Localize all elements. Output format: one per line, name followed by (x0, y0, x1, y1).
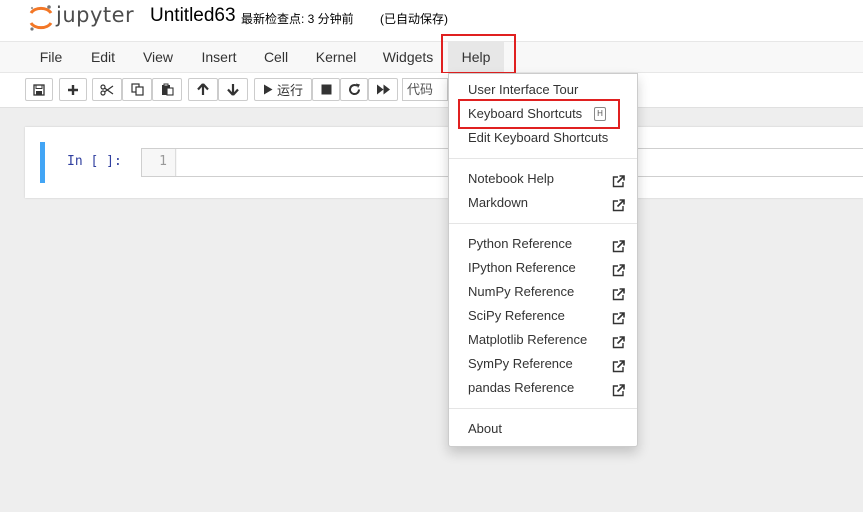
menu-edit[interactable]: Edit (80, 42, 126, 73)
menu-item-label: Markdown (468, 195, 528, 210)
menu-item-label: pandas Reference (468, 380, 575, 395)
menu-item-keyboard-shortcuts[interactable]: Keyboard Shortcuts H (449, 102, 637, 126)
run-label: 运行 (276, 83, 303, 98)
menubar: File Edit View Insert Cell Kernel Widget… (0, 41, 863, 73)
move-up-button[interactable] (188, 78, 218, 101)
menu-divider (449, 158, 637, 159)
menu-item-label: Python Reference (468, 236, 573, 251)
logo-text[interactable]: jupyter (56, 3, 134, 27)
keyboard-shortcut-badge: H (594, 107, 606, 121)
restart-button[interactable] (340, 78, 368, 101)
paste-button[interactable] (152, 78, 182, 101)
menu-item-about[interactable]: About (449, 417, 637, 441)
restart-run-all-button[interactable] (368, 78, 398, 101)
menu-item-label: NumPy Reference (468, 284, 575, 299)
external-link-icon (612, 381, 625, 405)
move-down-button[interactable] (218, 78, 248, 101)
header: jupyter Untitled63 最新检查点: 3 分钟前 (已自动保存) (0, 0, 863, 41)
menu-item-sympy-reference[interactable]: SymPy Reference (449, 352, 637, 376)
menu-view[interactable]: View (134, 42, 182, 73)
plus-icon (67, 84, 79, 96)
menu-item-numpy-reference[interactable]: NumPy Reference (449, 280, 637, 304)
notebook-container: In [ ]: 1 (25, 127, 863, 198)
play-icon (263, 84, 273, 95)
checkpoint-status: 最新检查点: 3 分钟前 (241, 12, 354, 26)
cell-type-select[interactable]: 代码 (402, 78, 448, 101)
copy-button[interactable] (122, 78, 152, 101)
menu-kernel[interactable]: Kernel (308, 42, 364, 73)
menu-item-label: User Interface Tour (468, 82, 579, 97)
scissors-icon (100, 83, 114, 96)
help-dropdown-menu: User Interface Tour Keyboard Shortcuts H… (448, 73, 638, 447)
insert-cell-button[interactable] (59, 78, 87, 101)
paste-icon (161, 83, 174, 96)
arrow-down-icon (227, 83, 239, 96)
arrow-up-icon (197, 83, 209, 96)
notebook-title[interactable]: Untitled63 (150, 5, 236, 27)
menu-item-pandas-reference[interactable]: pandas Reference (449, 376, 637, 400)
copy-icon (130, 83, 144, 96)
menu-item-label: Notebook Help (468, 171, 554, 186)
menu-divider (449, 223, 637, 224)
menu-item-matplotlib-reference[interactable]: Matplotlib Reference (449, 328, 637, 352)
menu-item-label: Keyboard Shortcuts (468, 106, 583, 121)
menu-cell[interactable]: Cell (255, 42, 297, 73)
interrupt-button[interactable] (312, 78, 340, 101)
toolbar: 运行 代码 (0, 73, 863, 108)
jupyter-logo-icon[interactable] (28, 4, 54, 32)
save-button[interactable] (25, 78, 53, 101)
run-button[interactable]: 运行 (254, 78, 312, 101)
menu-item-label: Matplotlib Reference (468, 332, 588, 347)
menu-item-python-reference[interactable]: Python Reference (449, 232, 637, 256)
cut-button[interactable] (92, 78, 122, 101)
menu-item-label: SymPy Reference (468, 356, 573, 371)
input-prompt: In [ ]: (67, 154, 122, 169)
stop-icon (321, 84, 332, 95)
line-number: 1 (142, 149, 176, 176)
menu-item-label: About (468, 421, 502, 436)
fast-forward-icon (376, 84, 391, 95)
external-link-icon (612, 196, 625, 220)
menu-item-edit-keyboard-shortcuts[interactable]: Edit Keyboard Shortcuts (449, 126, 637, 150)
menu-item-label: SciPy Reference (468, 308, 565, 323)
menu-divider (449, 408, 637, 409)
menu-file[interactable]: File (28, 42, 74, 73)
menu-insert[interactable]: Insert (192, 42, 246, 73)
menu-widgets[interactable]: Widgets (375, 42, 441, 73)
menu-item-scipy-reference[interactable]: SciPy Reference (449, 304, 637, 328)
menu-help[interactable]: Help (448, 42, 504, 73)
menu-item-markdown[interactable]: Markdown (449, 191, 637, 215)
save-icon (33, 83, 45, 96)
menu-item-label: Edit Keyboard Shortcuts (468, 130, 609, 145)
restart-icon (348, 83, 361, 96)
menu-item-ipython-reference[interactable]: IPython Reference (449, 256, 637, 280)
menu-item-label: IPython Reference (468, 260, 576, 275)
autosave-status: (已自动保存) (380, 12, 448, 26)
menu-item-user-interface-tour[interactable]: User Interface Tour (449, 78, 637, 102)
menu-item-notebook-help[interactable]: Notebook Help (449, 167, 637, 191)
